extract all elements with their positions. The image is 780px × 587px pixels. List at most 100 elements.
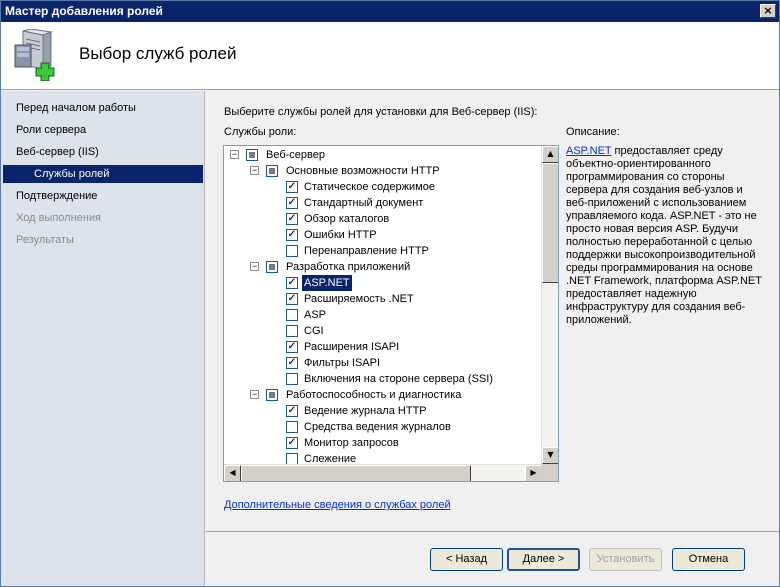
tree-row[interactable]: Средства ведения журналов (224, 419, 540, 435)
next-button[interactable]: Далее > (507, 548, 580, 571)
tree-collapse-icon[interactable]: − (250, 390, 259, 399)
role-services-label: Службы роли: (224, 126, 297, 138)
wizard-steps-sidebar: Перед началом работы Роли сервера Веб-се… (1, 91, 205, 586)
checkbox[interactable]: ✓ (286, 213, 298, 225)
tree-item-label[interactable]: Перенаправление HTTP (302, 243, 431, 259)
checkbox[interactable]: ✓ (286, 229, 298, 241)
title-bar[interactable]: Мастер добавления ролей × (1, 1, 779, 22)
horizontal-scroll-thumb[interactable] (241, 465, 471, 481)
step-server-roles[interactable]: Роли сервера (1, 121, 205, 139)
main-content: Выберите службы ролей для установки для … (206, 91, 779, 531)
tree-row[interactable]: ✓ Фильтры ISAPI (224, 355, 540, 371)
step-before-you-begin[interactable]: Перед началом работы (1, 99, 205, 117)
wizard-footer: < Назад Далее > Установить Отмена (206, 531, 779, 586)
tree-item-label[interactable]: Статическое содержимое (302, 179, 437, 195)
scroll-right-button[interactable]: ▶ (525, 465, 542, 481)
server-add-icon (14, 29, 55, 81)
tree-row[interactable]: − Разработка приложений (224, 259, 540, 275)
tree-item-label[interactable]: Монитор запросов (302, 435, 401, 451)
vertical-scroll-thumb[interactable] (542, 163, 558, 283)
more-info-link[interactable]: Дополнительные сведения о службах ролей (224, 499, 451, 511)
tree-item-label[interactable]: ASP.NET (301, 274, 353, 292)
tree-row[interactable]: − Основные возможности HTTP (224, 163, 540, 179)
scroll-left-button[interactable]: ◀ (224, 465, 241, 481)
description-link[interactable]: ASP.NET (566, 145, 611, 157)
checkbox[interactable] (286, 309, 298, 321)
checkbox[interactable] (286, 421, 298, 433)
tree-row[interactable]: − Веб-сервер (224, 147, 540, 163)
checkbox[interactable]: ✓ (286, 293, 298, 305)
horizontal-scrollbar[interactable]: ◀ ▶ (224, 464, 542, 481)
partial-checkbox[interactable] (266, 389, 278, 401)
tree-row[interactable]: ✓ ASP.NET (224, 274, 540, 292)
tree-item-label[interactable]: Фильтры ISAPI (302, 355, 382, 371)
back-button[interactable]: < Назад (430, 548, 503, 571)
tree-item-label[interactable]: Слежение (302, 451, 358, 464)
checkbox[interactable] (286, 325, 298, 337)
checkbox[interactable]: ✓ (286, 181, 298, 193)
tree-item-label[interactable]: Разработка приложений (284, 259, 412, 275)
checkbox[interactable] (286, 373, 298, 385)
tree-item-label[interactable]: Ошибки HTTP (302, 227, 379, 243)
scroll-up-button[interactable]: ▲ (542, 146, 558, 163)
checkbox[interactable]: ✓ (286, 437, 298, 449)
step-web-server-iis[interactable]: Веб-сервер (IIS) (1, 143, 205, 161)
partial-checkbox[interactable] (266, 261, 278, 273)
tree-row[interactable]: ASP (224, 307, 540, 323)
tree-viewport: − Веб-сервер − Основные возможности HTTP ✓ Ст… (224, 146, 540, 464)
tree-row[interactable]: ✓ Расширяемость .NET (224, 291, 540, 307)
tree-item-label[interactable]: Стандартный документ (302, 195, 425, 211)
checkbox[interactable]: ✓ (286, 341, 298, 353)
tree-row[interactable]: ✓ Стандартный документ (224, 195, 540, 211)
page-title: Выбор служб ролей (79, 44, 237, 63)
wizard-header: Выбор служб ролей (1, 22, 779, 90)
tree-row[interactable]: − Работоспособность и диагностика (224, 387, 540, 403)
tree-item-label[interactable]: Основные возможности HTTP (284, 163, 442, 179)
tree-item-label[interactable]: Средства ведения журналов (302, 419, 453, 435)
window-title: Мастер добавления ролей (5, 4, 163, 18)
checkbox[interactable]: ✓ (286, 277, 298, 289)
tree-item-label[interactable]: Включения на стороне сервера (SSI) (302, 371, 495, 387)
checkbox[interactable]: ✓ (286, 357, 298, 369)
instruction-text: Выберите службы ролей для установки для … (224, 106, 538, 118)
tree-item-label[interactable]: ASP (302, 307, 328, 323)
tree-row[interactable]: ✓ Ошибки HTTP (224, 227, 540, 243)
role-services-tree[interactable]: − Веб-сервер − Основные возможности HTTP ✓ Ст… (223, 145, 559, 482)
tree-item-label[interactable]: Расширяемость .NET (302, 291, 416, 307)
description-text: предоставляет среду объектно-ориентирова… (566, 145, 762, 326)
tree-row[interactable]: CGI (224, 323, 540, 339)
tree-item-label[interactable]: CGI (302, 323, 326, 339)
tree-row[interactable]: ✓ Ведение журнала HTTP (224, 403, 540, 419)
checkbox[interactable] (286, 453, 298, 464)
tree-collapse-icon[interactable]: − (230, 150, 239, 159)
vertical-scrollbar[interactable]: ▲ ▼ (541, 146, 558, 464)
close-button[interactable]: × (760, 4, 776, 18)
checkbox[interactable] (286, 245, 298, 257)
tree-row[interactable]: Перенаправление HTTP (224, 243, 540, 259)
step-results: Результаты (16, 234, 74, 246)
tree-collapse-icon[interactable]: − (250, 262, 259, 271)
tree-row[interactable]: ✓ Статическое содержимое (224, 179, 540, 195)
tree-item-label[interactable]: Работоспособность и диагностика (284, 387, 463, 403)
tree-item-label[interactable]: Обзор каталогов (302, 211, 391, 227)
step-confirmation[interactable]: Подтверждение (1, 187, 205, 205)
scrollbar-corner (541, 464, 558, 481)
partial-checkbox[interactable] (266, 165, 278, 177)
tree-row[interactable]: Включения на стороне сервера (SSI) (224, 371, 540, 387)
tree-item-label[interactable]: Ведение журнала HTTP (302, 403, 429, 419)
checkbox[interactable]: ✓ (286, 197, 298, 209)
tree-row[interactable]: ✓ Расширения ISAPI (224, 339, 540, 355)
cancel-button[interactable]: Отмена (672, 548, 745, 571)
install-button: Установить (589, 548, 662, 571)
tree-collapse-icon[interactable]: − (250, 166, 259, 175)
tree-row[interactable]: ✓ Монитор запросов (224, 435, 540, 451)
checkbox[interactable]: ✓ (286, 405, 298, 417)
tree-row[interactable]: Слежение (224, 451, 540, 464)
description-label: Описание: (566, 126, 620, 138)
tree-item-label[interactable]: Расширения ISAPI (302, 339, 401, 355)
tree-row[interactable]: ✓ Обзор каталогов (224, 211, 540, 227)
partial-checkbox[interactable] (246, 149, 258, 161)
scroll-down-button[interactable]: ▼ (542, 447, 558, 464)
step-role-services[interactable]: Службы ролей (3, 165, 203, 183)
tree-item-label[interactable]: Веб-сервер (264, 147, 327, 163)
